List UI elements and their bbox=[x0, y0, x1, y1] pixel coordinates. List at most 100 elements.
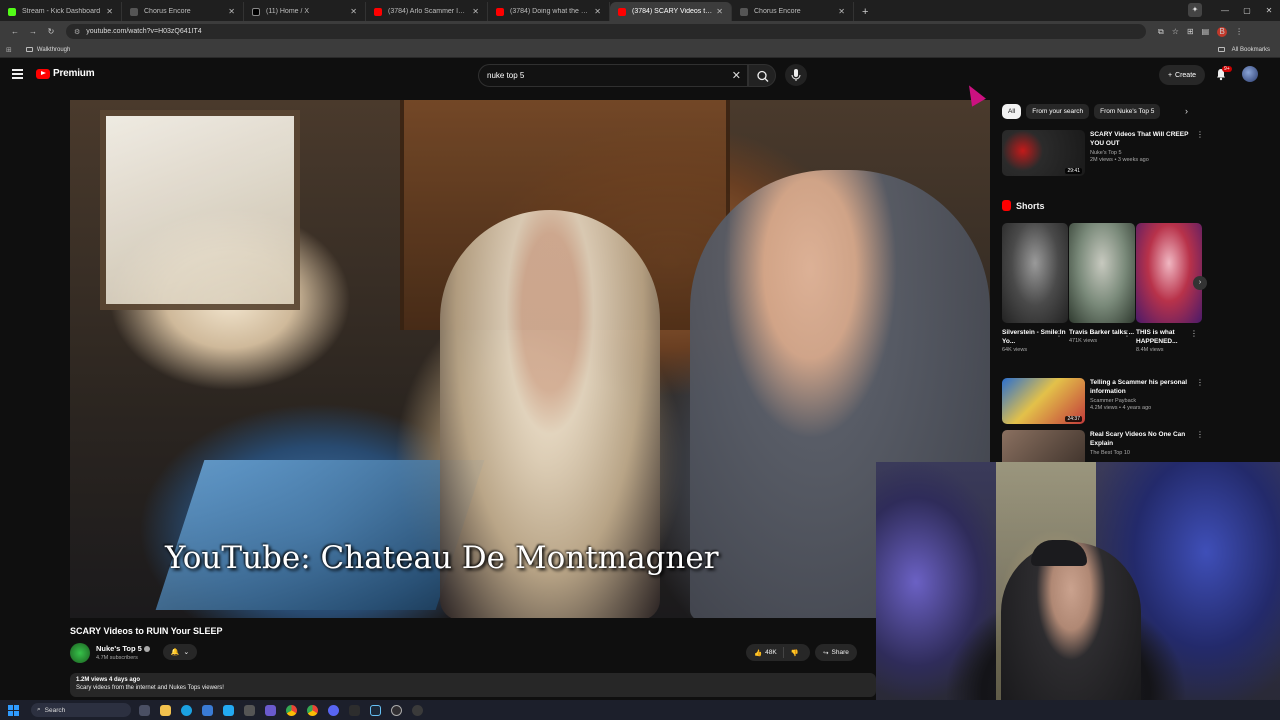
more-options-icon[interactable]: ⋮ bbox=[1190, 329, 1198, 338]
window-close-icon[interactable]: ✕ bbox=[1258, 6, 1280, 15]
like-button[interactable]: 👍 48K bbox=[746, 647, 784, 658]
hamburger-menu-icon[interactable] bbox=[12, 69, 23, 81]
tab-youtube-arlo[interactable]: (3784) Arlo Scammer Is ANGRY ✕ bbox=[366, 2, 488, 21]
reload-icon[interactable]: ↻ bbox=[42, 27, 60, 36]
channel-avatar[interactable] bbox=[70, 643, 90, 663]
search-input[interactable]: nuke top 5 ✕ bbox=[478, 64, 748, 87]
more-options-icon[interactable]: ⋮ bbox=[1196, 378, 1204, 387]
browser-toolbar: ← → ↻ ⚙ youtube.com/watch?v=H03zQ641IT4 … bbox=[0, 21, 1280, 42]
site-info-icon[interactable]: ⚙ bbox=[74, 28, 80, 36]
description-box[interactable]: 1.2M views 4 days ago Scary videos from … bbox=[70, 673, 876, 697]
create-button[interactable]: + Create bbox=[1159, 65, 1205, 85]
rec-channel[interactable]: Scammer Payback bbox=[1090, 398, 1198, 404]
more-options-icon[interactable]: ⋮ bbox=[1055, 329, 1063, 338]
video-thumbnail[interactable]: 29:41 bbox=[1002, 130, 1085, 176]
rec-channel[interactable]: Nuke's Top 5 bbox=[1090, 150, 1198, 156]
rec-title[interactable]: Real Scary Videos No One Can Explain bbox=[1090, 430, 1198, 448]
voice-search-button[interactable] bbox=[785, 64, 807, 86]
back-icon[interactable]: ← bbox=[6, 27, 24, 36]
tab-chorus-encore[interactable]: Chorus Encore ✕ bbox=[122, 2, 244, 21]
edge-icon[interactable] bbox=[181, 704, 192, 716]
settings-icon[interactable] bbox=[412, 704, 423, 716]
address-bar[interactable]: ⚙ youtube.com/watch?v=H03zQ641IT4 bbox=[66, 24, 1146, 39]
tab-search-icon[interactable]: ✦ bbox=[1188, 3, 1202, 17]
chip-from-channel[interactable]: From Nuke's Top 5 bbox=[1094, 104, 1161, 119]
close-icon[interactable]: ✕ bbox=[106, 7, 113, 16]
share-button[interactable]: ↪ Share bbox=[815, 644, 857, 661]
short-thumbnail[interactable] bbox=[1069, 223, 1135, 323]
close-icon[interactable]: ✕ bbox=[716, 7, 723, 16]
video-thumbnail[interactable] bbox=[1002, 430, 1085, 462]
rec-title[interactable]: Telling a Scammer his personal informati… bbox=[1090, 378, 1198, 396]
youtube-logo[interactable]: Premium bbox=[36, 68, 95, 79]
cast-icon[interactable]: ⧉ bbox=[1158, 27, 1164, 37]
list-item[interactable]: 29:41 SCARY Videos That Will CREEP YOU O… bbox=[1002, 130, 1198, 176]
app-icon[interactable] bbox=[265, 704, 276, 716]
account-avatar[interactable] bbox=[1242, 66, 1258, 82]
tab-x-home[interactable]: (11) Home / X ✕ bbox=[244, 2, 366, 21]
close-icon[interactable]: ✕ bbox=[594, 7, 601, 16]
short-item[interactable]: Travis Barker talks ... 471K views bbox=[1069, 223, 1135, 344]
chrome-icon[interactable] bbox=[286, 704, 297, 716]
tab-title: (3784) Arlo Scammer Is ANGRY bbox=[388, 8, 468, 15]
close-icon[interactable]: ✕ bbox=[350, 7, 357, 16]
bookmark-walkthrough[interactable]: Walkthrough bbox=[37, 47, 70, 53]
clear-search-icon[interactable]: ✕ bbox=[732, 69, 741, 82]
list-item[interactable]: Real Scary Videos No One Can Explain The… bbox=[1002, 430, 1198, 462]
discord-icon[interactable] bbox=[328, 704, 339, 716]
video-scene-window bbox=[100, 110, 300, 310]
tab-youtube-scary-active[interactable]: (3784) SCARY Videos to RUIN Y... ✕ bbox=[610, 2, 732, 21]
chip-from-your-search[interactable]: From your search bbox=[1026, 104, 1090, 119]
short-thumbnail[interactable] bbox=[1002, 223, 1068, 323]
close-icon[interactable]: ✕ bbox=[228, 7, 235, 16]
maximize-icon[interactable]: ▢ bbox=[1236, 6, 1258, 15]
windows-start-icon[interactable] bbox=[8, 704, 19, 716]
apps-grid-icon[interactable]: ⊞ bbox=[6, 46, 12, 54]
chip-all[interactable]: All bbox=[1002, 104, 1022, 119]
all-bookmarks[interactable]: All Bookmarks bbox=[1217, 47, 1270, 53]
close-icon[interactable]: ✕ bbox=[472, 7, 479, 16]
minimize-icon[interactable]: — bbox=[1214, 6, 1236, 15]
calculator-icon[interactable] bbox=[244, 704, 255, 716]
bookmark-star-icon[interactable]: ☆ bbox=[1172, 27, 1179, 36]
video-thumbnail[interactable]: 24:37 bbox=[1002, 378, 1085, 424]
list-item[interactable]: 24:37 Telling a Scammer his personal inf… bbox=[1002, 378, 1198, 424]
more-options-icon[interactable]: ⋮ bbox=[1196, 430, 1204, 439]
tab-chorus-encore-2[interactable]: Chorus Encore ✕ bbox=[732, 2, 854, 21]
chrome-icon[interactable] bbox=[307, 704, 318, 716]
store-icon[interactable] bbox=[202, 704, 213, 716]
file-explorer-icon[interactable] bbox=[160, 704, 171, 716]
video-player[interactable]: YouTube: Chateau De Montmagner bbox=[70, 100, 990, 618]
xbox-icon[interactable] bbox=[349, 704, 360, 716]
more-options-icon[interactable]: ⋮ bbox=[1123, 329, 1131, 338]
obs-icon[interactable] bbox=[391, 704, 402, 716]
dislike-button[interactable]: 👎 bbox=[784, 649, 799, 657]
taskbar-search[interactable]: ⌕ Search bbox=[31, 703, 131, 717]
profile-avatar[interactable]: B bbox=[1217, 26, 1228, 37]
rec-title[interactable]: SCARY Videos That Will CREEP YOU OUT bbox=[1090, 130, 1198, 148]
vscode-icon[interactable] bbox=[223, 704, 234, 716]
task-view-icon[interactable] bbox=[139, 704, 150, 716]
forward-icon[interactable]: → bbox=[24, 27, 42, 36]
tab-kick-dashboard[interactable]: Stream - Kick Dashboard ✕ bbox=[0, 2, 122, 21]
menu-kebab-icon[interactable]: ⋮ bbox=[1235, 27, 1243, 36]
x-favicon-icon bbox=[252, 7, 260, 16]
shorts-logo-icon bbox=[1002, 200, 1011, 211]
subscription-bell-button[interactable]: 🔔 ⌄ bbox=[163, 644, 197, 660]
verified-icon bbox=[143, 646, 150, 653]
tab-title: (11) Home / X bbox=[266, 8, 310, 15]
short-thumbnail[interactable] bbox=[1136, 223, 1202, 323]
extensions-icon[interactable]: ⊞ bbox=[1187, 27, 1194, 36]
shorts-next-chevron-icon[interactable]: › bbox=[1193, 276, 1207, 290]
close-icon[interactable]: ✕ bbox=[838, 7, 845, 16]
tab-youtube-police[interactable]: (3784) Doing what the police s... ✕ bbox=[488, 2, 610, 21]
channel-name[interactable]: Nuke's Top 5 bbox=[96, 644, 150, 653]
rec-channel[interactable]: The Best Top 10 bbox=[1090, 450, 1198, 456]
search-value: nuke top 5 bbox=[487, 71, 525, 80]
sidepanel-icon[interactable]: ▤ bbox=[1202, 27, 1210, 36]
chevron-right-icon[interactable]: › bbox=[1185, 106, 1188, 116]
steam-icon[interactable] bbox=[370, 704, 381, 716]
search-button[interactable] bbox=[748, 64, 776, 87]
more-options-icon[interactable]: ⋮ bbox=[1196, 130, 1204, 139]
new-tab-button[interactable]: + bbox=[854, 2, 876, 21]
